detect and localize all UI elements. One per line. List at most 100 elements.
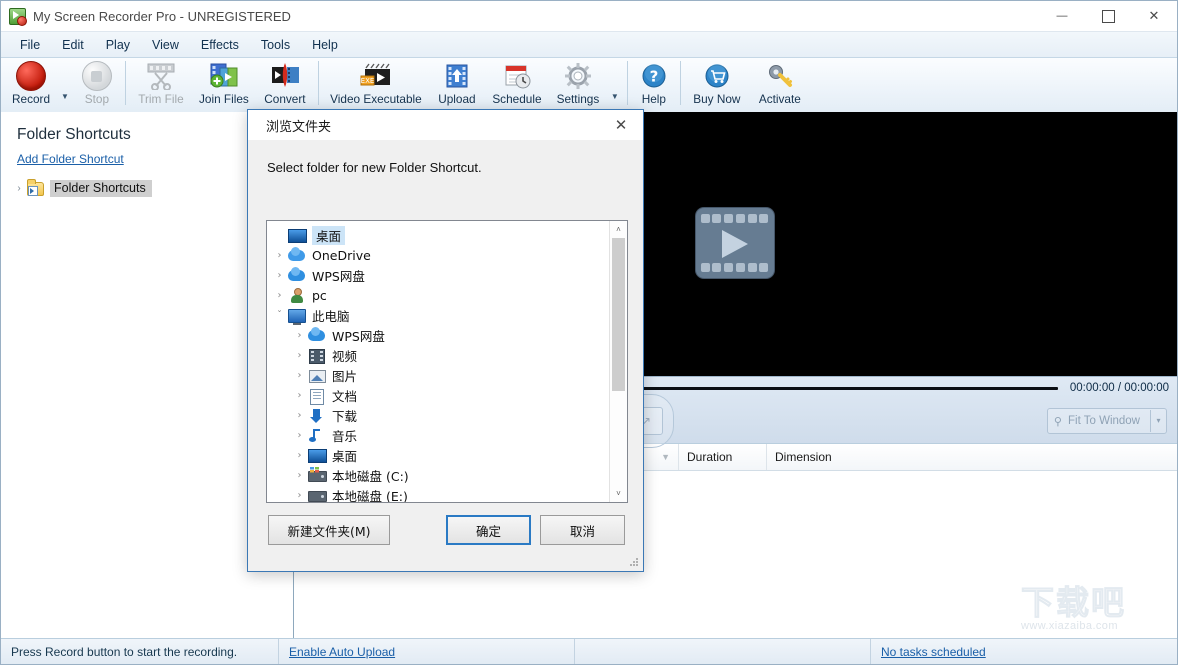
settings-dropdown-icon[interactable]: ▼ bbox=[607, 92, 623, 101]
chevron-down-icon[interactable]: ▾ bbox=[1150, 410, 1166, 432]
enable-auto-upload-cell: Enable Auto Upload bbox=[279, 639, 575, 664]
minimize-button[interactable]: — bbox=[1039, 1, 1085, 31]
chevron-right-icon[interactable]: › bbox=[11, 183, 27, 194]
tree-expander[interactable]: › bbox=[291, 430, 308, 441]
toolbar-stop-button[interactable]: Stop bbox=[73, 58, 121, 111]
tree-item-documents[interactable]: › 文档 bbox=[267, 385, 610, 405]
tree-item-label: 本地磁盘 (E:) bbox=[332, 486, 408, 504]
tree-item-wps-cloud-child[interactable]: › WPS网盘 bbox=[267, 325, 610, 345]
menu-view[interactable]: View bbox=[141, 35, 190, 55]
column-header-duration[interactable]: Duration bbox=[679, 444, 767, 470]
desktop-icon bbox=[308, 448, 326, 463]
menu-tools[interactable]: Tools bbox=[250, 35, 301, 55]
tree-item-desktop-child[interactable]: › 桌面 bbox=[267, 445, 610, 465]
system-drive-icon bbox=[308, 468, 326, 483]
tree-expander[interactable]: › bbox=[271, 250, 288, 261]
folder-shortcut-icon bbox=[27, 182, 44, 196]
zoom-in-icon: ⚲ bbox=[1054, 415, 1062, 428]
toolbar-upload-button[interactable]: Upload bbox=[429, 58, 485, 111]
toolbar-schedule-button[interactable]: Schedule bbox=[485, 58, 549, 111]
scheduled-tasks-cell: No tasks scheduled bbox=[871, 639, 1177, 664]
scissors-icon bbox=[145, 61, 177, 91]
menu-bar: File Edit Play View Effects Tools Help bbox=[1, 32, 1177, 58]
menu-file[interactable]: File bbox=[9, 35, 51, 55]
dialog-title: 浏览文件夹 bbox=[266, 116, 331, 135]
pictures-icon bbox=[308, 368, 326, 383]
status-bar: Press Record button to start the recordi… bbox=[1, 638, 1177, 664]
tree-item-local-disk-c[interactable]: › 本地磁盘 (C:) bbox=[267, 465, 610, 485]
toolbar-buy-now-button[interactable]: Buy Now bbox=[685, 58, 749, 111]
status-message: Press Record button to start the recordi… bbox=[1, 639, 279, 664]
tree-item-label: 桌面 bbox=[332, 446, 357, 465]
drive-icon bbox=[308, 488, 326, 503]
tree-expander[interactable]: › bbox=[291, 330, 308, 341]
tree-expander[interactable]: › bbox=[291, 410, 308, 421]
toolbar-help-button[interactable]: ? Help bbox=[632, 58, 676, 111]
toolbar-video-executable-button[interactable]: EXE Video Executable bbox=[323, 58, 429, 111]
tree-item-this-pc[interactable]: ˇ 此电脑 bbox=[267, 305, 610, 325]
tree-item-desktop[interactable]: 桌面 bbox=[267, 225, 610, 245]
column-label: Duration bbox=[687, 450, 732, 464]
ok-button[interactable]: 确定 bbox=[446, 515, 531, 545]
tree-item-onedrive[interactable]: › OneDrive bbox=[267, 245, 610, 265]
sort-descending-icon: ▼ bbox=[661, 452, 670, 462]
column-header-dimension[interactable]: Dimension bbox=[767, 444, 857, 470]
no-tasks-scheduled-link[interactable]: No tasks scheduled bbox=[881, 645, 986, 659]
menu-play[interactable]: Play bbox=[95, 35, 141, 55]
tree-item-local-disk-e[interactable]: › 本地磁盘 (E:) bbox=[267, 485, 610, 503]
cancel-button[interactable]: 取消 bbox=[540, 515, 625, 545]
toolbar-separator bbox=[627, 61, 628, 105]
tree-expander[interactable]: › bbox=[291, 450, 308, 461]
scroll-down-icon[interactable]: ˅ bbox=[610, 485, 627, 502]
sidebar-tree-item-label: Folder Shortcuts bbox=[50, 180, 152, 197]
toolbar-trim-file-button[interactable]: Trim File bbox=[130, 58, 192, 111]
tree-item-label: 本地磁盘 (C:) bbox=[332, 466, 409, 485]
tree-item-user-pc[interactable]: › pc bbox=[267, 285, 610, 305]
toolbar-record-button[interactable]: Record bbox=[5, 58, 57, 111]
tree-expander[interactable]: › bbox=[291, 490, 308, 501]
tree-expander[interactable]: › bbox=[291, 370, 308, 381]
tree-expander[interactable]: › bbox=[291, 390, 308, 401]
toolbar-buy-now-label: Buy Now bbox=[693, 92, 740, 106]
dialog-close-button[interactable]: ✕ bbox=[599, 110, 643, 140]
menu-effects[interactable]: Effects bbox=[190, 35, 250, 55]
resize-grip[interactable] bbox=[629, 558, 639, 568]
column-label: Dimension bbox=[775, 450, 832, 464]
zoom-selector[interactable]: ⚲ Fit To Window ▾ bbox=[1047, 408, 1167, 434]
toolbar: Record ▼ Stop Trim File bbox=[1, 58, 1177, 114]
tree-item-label: 文档 bbox=[332, 386, 357, 405]
toolbar-convert-button[interactable]: Convert bbox=[256, 58, 314, 111]
tree-expander[interactable]: › bbox=[291, 350, 308, 361]
add-folder-shortcut-link[interactable]: Add Folder Shortcut bbox=[17, 152, 124, 166]
toolbar-activate-button[interactable]: Activate bbox=[749, 58, 811, 111]
close-button[interactable]: ✕ bbox=[1131, 1, 1177, 31]
tree-item-downloads[interactable]: › 下载 bbox=[267, 405, 610, 425]
tree-expander[interactable]: › bbox=[271, 270, 288, 281]
tree-item-label: OneDrive bbox=[312, 248, 371, 263]
toolbar-join-files-button[interactable]: Join Files bbox=[192, 58, 256, 111]
folder-tree-scrollbar[interactable]: ˄ ˅ bbox=[609, 221, 627, 502]
dialog-prompt: Select folder for new Folder Shortcut. bbox=[248, 140, 643, 175]
tree-expander[interactable]: › bbox=[291, 470, 308, 481]
tree-item-pictures[interactable]: › 图片 bbox=[267, 365, 610, 385]
tree-item-videos[interactable]: › 视频 bbox=[267, 345, 610, 365]
tree-expander-expanded[interactable]: ˇ bbox=[271, 310, 288, 321]
tree-item-wps-cloud[interactable]: › WPS网盘 bbox=[267, 265, 610, 285]
maximize-button[interactable] bbox=[1085, 1, 1131, 31]
scroll-up-icon[interactable]: ˄ bbox=[610, 221, 627, 238]
scrollbar-thumb[interactable] bbox=[612, 238, 625, 391]
tree-item-label: pc bbox=[312, 288, 327, 303]
toolbar-stop-label: Stop bbox=[85, 92, 109, 106]
menu-edit[interactable]: Edit bbox=[51, 35, 95, 55]
enable-auto-upload-link[interactable]: Enable Auto Upload bbox=[289, 645, 395, 659]
title-bar: My Screen Recorder Pro - UNREGISTERED — … bbox=[1, 1, 1177, 32]
tree-item-music[interactable]: › 音乐 bbox=[267, 425, 610, 445]
new-folder-button[interactable]: 新建文件夹(M) bbox=[268, 515, 390, 545]
tree-expander[interactable]: › bbox=[271, 290, 288, 301]
record-dropdown-icon[interactable]: ▼ bbox=[57, 92, 73, 101]
tree-item-label: 此电脑 bbox=[312, 306, 350, 325]
folder-tree[interactable]: 桌面 › OneDrive › WPS网盘 › pc bbox=[266, 220, 628, 503]
question-circle-icon: ? bbox=[640, 61, 668, 91]
toolbar-settings-button[interactable]: Settings bbox=[549, 58, 607, 111]
menu-help[interactable]: Help bbox=[301, 35, 349, 55]
